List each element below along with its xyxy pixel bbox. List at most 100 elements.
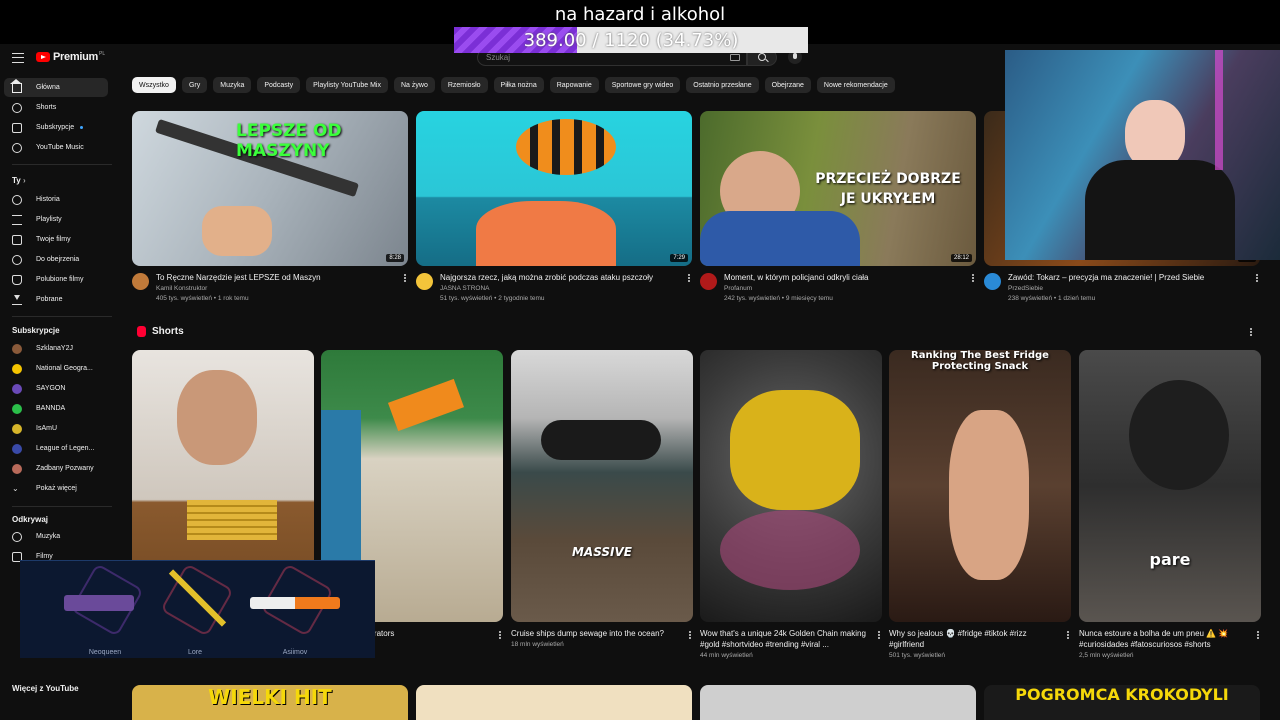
sidebar-show-more[interactable]: ⌄ Pokaż więcej <box>4 479 108 498</box>
short-thumbnail[interactable]: MASSIVE <box>511 350 693 622</box>
short-card[interactable]: Ranking The Best Fridge Protecting Snack… <box>889 350 1071 659</box>
sidebar-item-channel[interactable]: Zadbany Pozwany <box>4 459 108 478</box>
more-options-icon[interactable] <box>972 274 974 276</box>
sidebar-explore-heading: Odkrywaj <box>12 515 49 524</box>
sidebar-item-channel[interactable]: SAYGON <box>4 379 108 398</box>
more-options-icon[interactable] <box>688 274 690 276</box>
short-title[interactable]: Wow that's a unique 24k Golden Chain mak… <box>700 628 882 650</box>
video-thumbnail[interactable]: WIELKI HIT <box>132 685 408 720</box>
sidebar-item-subscriptions[interactable]: Subskrypcje <box>4 118 108 137</box>
sidebar-item-youtube-music[interactable]: YouTube Music <box>4 138 108 157</box>
video-duration: 7:29 <box>670 254 688 262</box>
thumbnail-gold-bars <box>187 500 277 540</box>
short-title[interactable]: Nunca estoure a bolha de um pneu ⚠️ 💥 #c… <box>1079 628 1261 650</box>
sidebar-item-label: Subskrypcje <box>36 124 75 131</box>
shorts-more-icon[interactable] <box>1250 328 1252 330</box>
chip[interactable]: Obejrzane <box>764 77 811 93</box>
thumbnail-caption: MASSIVE <box>571 545 633 559</box>
video-stats: 238 wyświetleń • 1 dzień temu <box>1008 295 1096 302</box>
chip[interactable]: Podcasty <box>257 77 301 93</box>
chip-all[interactable]: Wszystko <box>132 77 176 93</box>
channel-name[interactable]: PrzedSiebie <box>1008 285 1043 292</box>
channel-avatar <box>12 463 22 474</box>
channel-avatar[interactable] <box>700 273 717 290</box>
sidebar-item-shorts[interactable]: Shorts <box>4 98 108 117</box>
item-name: Neoqueen <box>88 649 122 656</box>
channel-name[interactable]: Kamil Konstruktor <box>156 285 207 292</box>
short-thumbnail[interactable]: pare <box>1079 350 1261 622</box>
more-options-icon[interactable] <box>1067 631 1069 633</box>
more-options-icon[interactable] <box>499 631 501 633</box>
logo-region: PL <box>98 51 106 57</box>
channel-avatar[interactable] <box>416 273 433 290</box>
sidebar-item-channel[interactable]: SzklanaY2J <box>4 339 108 358</box>
video-thumbnail[interactable]: LEPSZE OD MASZYNY 8:28 <box>132 111 408 266</box>
sidebar-item-liked[interactable]: Polubione filmy <box>4 270 108 289</box>
more-options-icon[interactable] <box>1257 631 1259 633</box>
sidebar-item-label: National Geogra... <box>36 365 93 372</box>
video-thumbnail[interactable] <box>700 685 976 720</box>
video-thumbnail[interactable]: POGROMCA KROKODYLI <box>984 685 1260 720</box>
sidebar-divider <box>12 316 112 317</box>
video-thumbnail[interactable]: PRZECIEŻ DOBRZE JE UKRYŁEM 28:12 <box>700 111 976 266</box>
item-name: Asiimov <box>282 649 308 656</box>
video-title[interactable]: Najgorsza rzecz, jaką można zrobić podcz… <box>440 273 678 282</box>
chip[interactable]: Ostatnio przesłane <box>686 77 759 93</box>
video-card[interactable]: PRZECIEŻ DOBRZE JE UKRYŁEM 28:12 Moment,… <box>700 111 976 306</box>
chip[interactable]: Piłka nożna <box>493 77 544 93</box>
chip[interactable]: Sportowe gry wideo <box>604 77 681 93</box>
more-options-icon[interactable] <box>1256 274 1258 276</box>
short-title[interactable]: Why so jealous 💀 #fridge #tiktok #rizz #… <box>889 628 1071 650</box>
sidebar-item-channel[interactable]: League of Legen... <box>4 439 108 458</box>
more-options-icon[interactable] <box>689 631 691 633</box>
thumbnail-caption: PRZECIEŻ DOBRZE JE UKRYŁEM <box>815 171 961 207</box>
channel-avatar[interactable] <box>132 273 149 290</box>
sidebar-item-downloads[interactable]: Pobrane <box>4 290 108 309</box>
sidebar-item-label: Playlisty <box>36 216 62 223</box>
video-title[interactable]: To Ręczne Narzędzie jest LEPSZE od Maszy… <box>156 273 394 282</box>
sidebar-item-channel[interactable]: BANNDA <box>4 399 108 418</box>
video-card[interactable]: 7:29 Najgorsza rzecz, jaką można zrobić … <box>416 111 692 306</box>
thumbnail-face <box>177 370 257 465</box>
short-card[interactable]: pare Nunca estoure a bolha de um pneu ⚠️… <box>1079 350 1261 659</box>
more-options-icon[interactable] <box>404 274 406 276</box>
sidebar-item-your-videos[interactable]: Twoje filmy <box>4 230 108 249</box>
channel-avatar <box>12 343 22 354</box>
thumbnail-caption: LEPSZE OD MASZYNY <box>236 121 342 161</box>
video-title[interactable]: Moment, w którym policjanci odkryli ciał… <box>724 273 962 282</box>
sidebar-item-playlists[interactable]: Playlisty <box>4 210 108 229</box>
thumbnail-hand <box>202 206 272 256</box>
channel-name[interactable]: Profanum <box>724 285 752 292</box>
sidebar-item-watch-later[interactable]: Do obejrzenia <box>4 250 108 269</box>
chip[interactable]: Gry <box>181 77 208 93</box>
keyboard-icon[interactable] <box>730 54 740 61</box>
short-thumbnail[interactable]: Ranking The Best Fridge Protecting Snack <box>889 350 1071 622</box>
sidebar-item-channel[interactable]: National Geogra... <box>4 359 108 378</box>
more-options-icon[interactable] <box>878 631 880 633</box>
short-card[interactable]: Wow that's a unique 24k Golden Chain mak… <box>700 350 882 659</box>
chip[interactable]: Rzemiosło <box>440 77 488 93</box>
sidebar-item-history[interactable]: Historia <box>4 190 108 209</box>
sidebar-item-music[interactable]: Muzyka <box>4 527 108 546</box>
chip[interactable]: Playlisty YouTube Mix <box>306 77 388 93</box>
video-card[interactable]: LEPSZE OD MASZYNY 8:28 To Ręczne Narzędz… <box>132 111 408 306</box>
chip[interactable]: Rapowanie <box>549 77 599 93</box>
sidebar-item-home[interactable]: Główna <box>4 78 108 97</box>
sidebar-you-heading[interactable]: Ty › <box>12 176 26 185</box>
short-thumbnail[interactable] <box>700 350 882 622</box>
youtube-logo[interactable]: Premium PL <box>36 51 105 63</box>
thumbnail-shirt <box>700 211 860 266</box>
channel-avatar[interactable] <box>984 273 1001 290</box>
video-thumbnail[interactable]: 7:29 <box>416 111 692 266</box>
home-icon <box>10 78 22 93</box>
sidebar-item-channel[interactable]: IsAmU <box>4 419 108 438</box>
video-thumbnail[interactable] <box>416 685 692 720</box>
short-title[interactable]: Cruise ships dump sewage into the ocean? <box>511 628 693 639</box>
chip[interactable]: Na żywo <box>394 77 435 93</box>
chip[interactable]: Muzyka <box>213 77 252 93</box>
short-card[interactable]: MASSIVE Cruise ships dump sewage into th… <box>511 350 693 648</box>
chip[interactable]: Nowe rekomendacje <box>816 77 895 93</box>
channel-name[interactable]: JASNA STRONA <box>440 285 489 292</box>
hamburger-menu-icon[interactable] <box>12 53 24 63</box>
video-title[interactable]: Zawód: Tokarz – precyzja ma znaczenie! |… <box>1008 273 1246 282</box>
